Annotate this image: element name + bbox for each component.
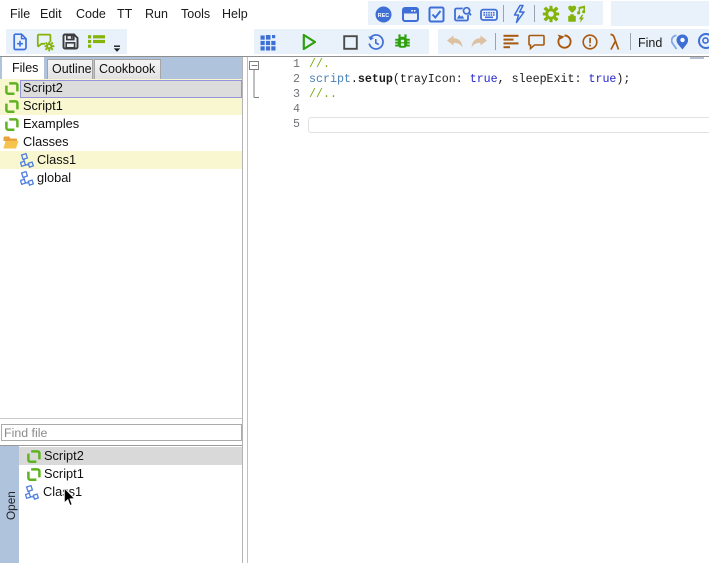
svg-text:REC: REC: [378, 13, 389, 19]
